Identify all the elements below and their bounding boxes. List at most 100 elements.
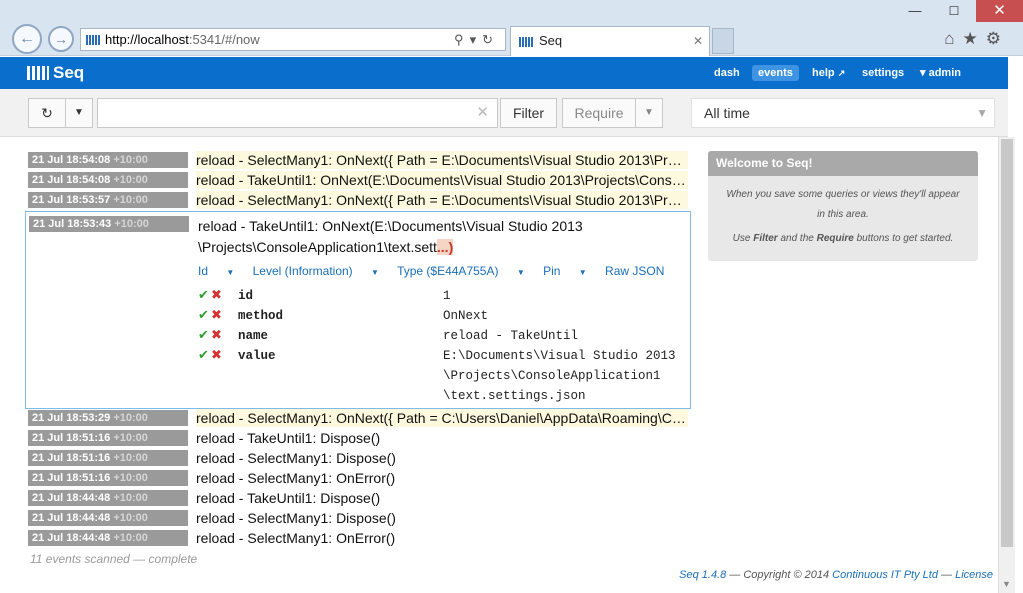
expand-message-ellipsis[interactable]: ...) <box>436 239 454 255</box>
arrow-left-icon: ← <box>19 30 35 47</box>
address-bar[interactable]: http://localhost:5341/#/now ⚲▾↻ <box>80 28 506 51</box>
welcome-require-word: Require <box>816 233 854 244</box>
refresh-button[interactable]: ↻ <box>28 98 66 128</box>
exclude-x-icon[interactable]: ✖ <box>211 306 222 326</box>
exclude-x-icon[interactable]: ✖ <box>211 326 222 346</box>
browser-tab[interactable]: Seq ✕ <box>510 26 710 56</box>
welcome-text: and the <box>777 233 817 244</box>
include-check-icon[interactable]: ✔ <box>198 286 209 306</box>
footer-separator: — <box>937 569 956 581</box>
dropdown-icon[interactable]: ▾ <box>470 32 483 47</box>
event-message[interactable]: reload - TakeUntil1: OnNext(E:\Documents… <box>196 171 688 189</box>
license-link[interactable]: License <box>955 569 993 581</box>
refresh-icon: ↻ <box>41 105 53 121</box>
scrollbar-thumb[interactable] <box>1001 139 1013 547</box>
address-actions: ⚲▾↻ <box>454 29 499 50</box>
filter-button[interactable]: Filter <box>500 98 557 128</box>
event-timestamp: 21 Jul 18:53:29 +10:00 <box>28 410 188 426</box>
event-row[interactable]: 21 Jul 18:51:16 +10:00 reload - TakeUnti… <box>28 429 688 447</box>
event-date: 21 Jul 18:53:29 <box>32 412 111 424</box>
welcome-title: Welcome to Seq! <box>708 151 978 176</box>
event-row[interactable]: 21 Jul 18:54:08 +10:00 reload - SelectMa… <box>28 151 688 169</box>
event-date: 21 Jul 18:44:48 <box>32 512 111 524</box>
property-key: method <box>238 309 284 323</box>
event-message[interactable]: reload - TakeUntil1: Dispose() <box>196 429 688 447</box>
time-range-select[interactable]: All time ▼ <box>691 98 995 128</box>
event-row[interactable]: 21 Jul 18:51:16 +10:00 reload - SelectMa… <box>28 469 688 487</box>
clear-icon[interactable]: ✕ <box>476 103 489 121</box>
nav-dash[interactable]: dash <box>708 65 746 81</box>
event-row[interactable]: 21 Jul 18:54:08 +10:00 reload - TakeUnti… <box>28 171 688 189</box>
new-tab-button[interactable] <box>712 28 734 54</box>
search-icon[interactable]: ⚲ <box>454 32 470 47</box>
company-link[interactable]: Continuous IT Pty Ltd <box>832 569 938 581</box>
filter-input[interactable]: ✕ <box>97 98 498 128</box>
browser-chrome: — ☐ ✕ ← → http://localhost:5341/#/now ⚲▾… <box>0 0 1023 56</box>
forward-button[interactable]: → <box>48 26 74 52</box>
event-offset: +10:00 <box>113 432 148 444</box>
event-timestamp: 21 Jul 18:44:48 +10:00 <box>28 490 188 506</box>
maximize-button[interactable]: ☐ <box>937 0 971 22</box>
event-message[interactable]: reload - SelectMany1: Dispose() <box>196 509 688 527</box>
home-icon[interactable]: ⌂ <box>944 29 962 48</box>
favorites-star-icon[interactable]: ★ <box>963 29 986 48</box>
nav-settings[interactable]: settings <box>856 65 910 81</box>
require-button[interactable]: Require <box>562 98 636 128</box>
event-message[interactable]: reload - SelectMany1: OnNext({ Path = E:… <box>196 151 688 169</box>
refresh-options-button[interactable]: ▼ <box>65 98 93 128</box>
require-options-button[interactable]: ▼ <box>635 98 663 128</box>
exclude-x-icon[interactable]: ✖ <box>211 346 222 366</box>
seq-logo-icon <box>27 66 49 80</box>
version-link[interactable]: Seq 1.4.8 <box>679 569 726 581</box>
welcome-body: When you save some queries or views they… <box>708 176 978 249</box>
caret-down-icon: ▼ <box>226 268 235 277</box>
property-row: ✔ ✖ value E:\Documents\Visual Studio 2013… <box>198 346 678 403</box>
seq-logo[interactable]: Seq <box>27 64 84 82</box>
gear-icon[interactable]: ⚙ <box>986 29 1009 48</box>
nav-admin[interactable]: ▾ admin <box>914 65 967 81</box>
event-message[interactable]: reload - SelectMany1: OnNext({ Path = E:… <box>196 191 688 209</box>
refresh-icon[interactable]: ↻ <box>482 32 499 47</box>
event-row[interactable]: 21 Jul 18:44:48 +10:00 reload - SelectMa… <box>28 529 688 547</box>
event-row[interactable]: 21 Jul 18:53:29 +10:00 reload - SelectMa… <box>28 409 688 427</box>
event-message-full: reload - TakeUntil1: OnNext(E:\Documents… <box>198 216 678 258</box>
caret-down-icon: ▼ <box>74 107 84 118</box>
seq-favicon-icon <box>519 37 533 47</box>
event-message[interactable]: reload - SelectMany1: OnNext({ Path = C:… <box>196 409 688 427</box>
event-message[interactable]: reload - SelectMany1: OnError() <box>196 529 688 547</box>
level-link[interactable]: Level (Information) ▼ <box>253 264 379 278</box>
id-link-label: Id <box>198 264 209 278</box>
expanded-event[interactable]: 21 Jul 18:53:43 +10:00 reload - TakeUnti… <box>25 211 691 409</box>
back-button[interactable]: ← <box>12 24 42 54</box>
raw-json-link[interactable]: Raw JSON <box>605 264 664 278</box>
nav-events[interactable]: events <box>752 65 799 81</box>
event-row[interactable]: 21 Jul 18:53:57 +10:00 reload - SelectMa… <box>28 191 688 209</box>
scroll-down-icon[interactable]: ▼ <box>1002 579 1011 589</box>
event-message[interactable]: reload - SelectMany1: Dispose() <box>196 449 688 467</box>
vertical-scrollbar[interactable]: ▼ <box>998 137 1015 593</box>
exclude-x-icon[interactable]: ✖ <box>211 286 222 306</box>
include-check-icon[interactable]: ✔ <box>198 326 209 346</box>
pin-link[interactable]: Pin ▼ <box>543 264 587 278</box>
type-link[interactable]: Type ($E44A755A) ▼ <box>397 264 525 278</box>
event-timestamp: 21 Jul 18:53:43 +10:00 <box>29 216 189 232</box>
event-row[interactable]: 21 Jul 18:44:48 +10:00 reload - TakeUnti… <box>28 489 688 507</box>
url-host: http://localhost <box>105 32 189 47</box>
include-check-icon[interactable]: ✔ <box>198 346 209 366</box>
close-window-button[interactable]: ✕ <box>976 0 1023 22</box>
minimize-button[interactable]: — <box>898 0 932 22</box>
close-tab-icon[interactable]: ✕ <box>693 27 703 55</box>
footer: Seq 1.4.8 — Copyright © 2014 Continuous … <box>679 569 993 581</box>
event-row[interactable]: 21 Jul 18:44:48 +10:00 reload - SelectMa… <box>28 509 688 527</box>
property-row: ✔ ✖ id 1 <box>198 286 678 306</box>
event-offset: +10:00 <box>113 452 148 464</box>
nav-help[interactable]: help ↗ <box>806 65 851 81</box>
property-key: id <box>238 289 254 303</box>
event-message[interactable]: reload - SelectMany1: OnError() <box>196 469 688 487</box>
event-offset: +10:00 <box>114 218 149 230</box>
property-row: ✔ ✖ method OnNext <box>198 306 678 326</box>
event-message[interactable]: reload - TakeUntil1: Dispose() <box>196 489 688 507</box>
event-row[interactable]: 21 Jul 18:51:16 +10:00 reload - SelectMa… <box>28 449 688 467</box>
include-check-icon[interactable]: ✔ <box>198 306 209 326</box>
id-link[interactable]: Id ▼ <box>198 264 234 278</box>
